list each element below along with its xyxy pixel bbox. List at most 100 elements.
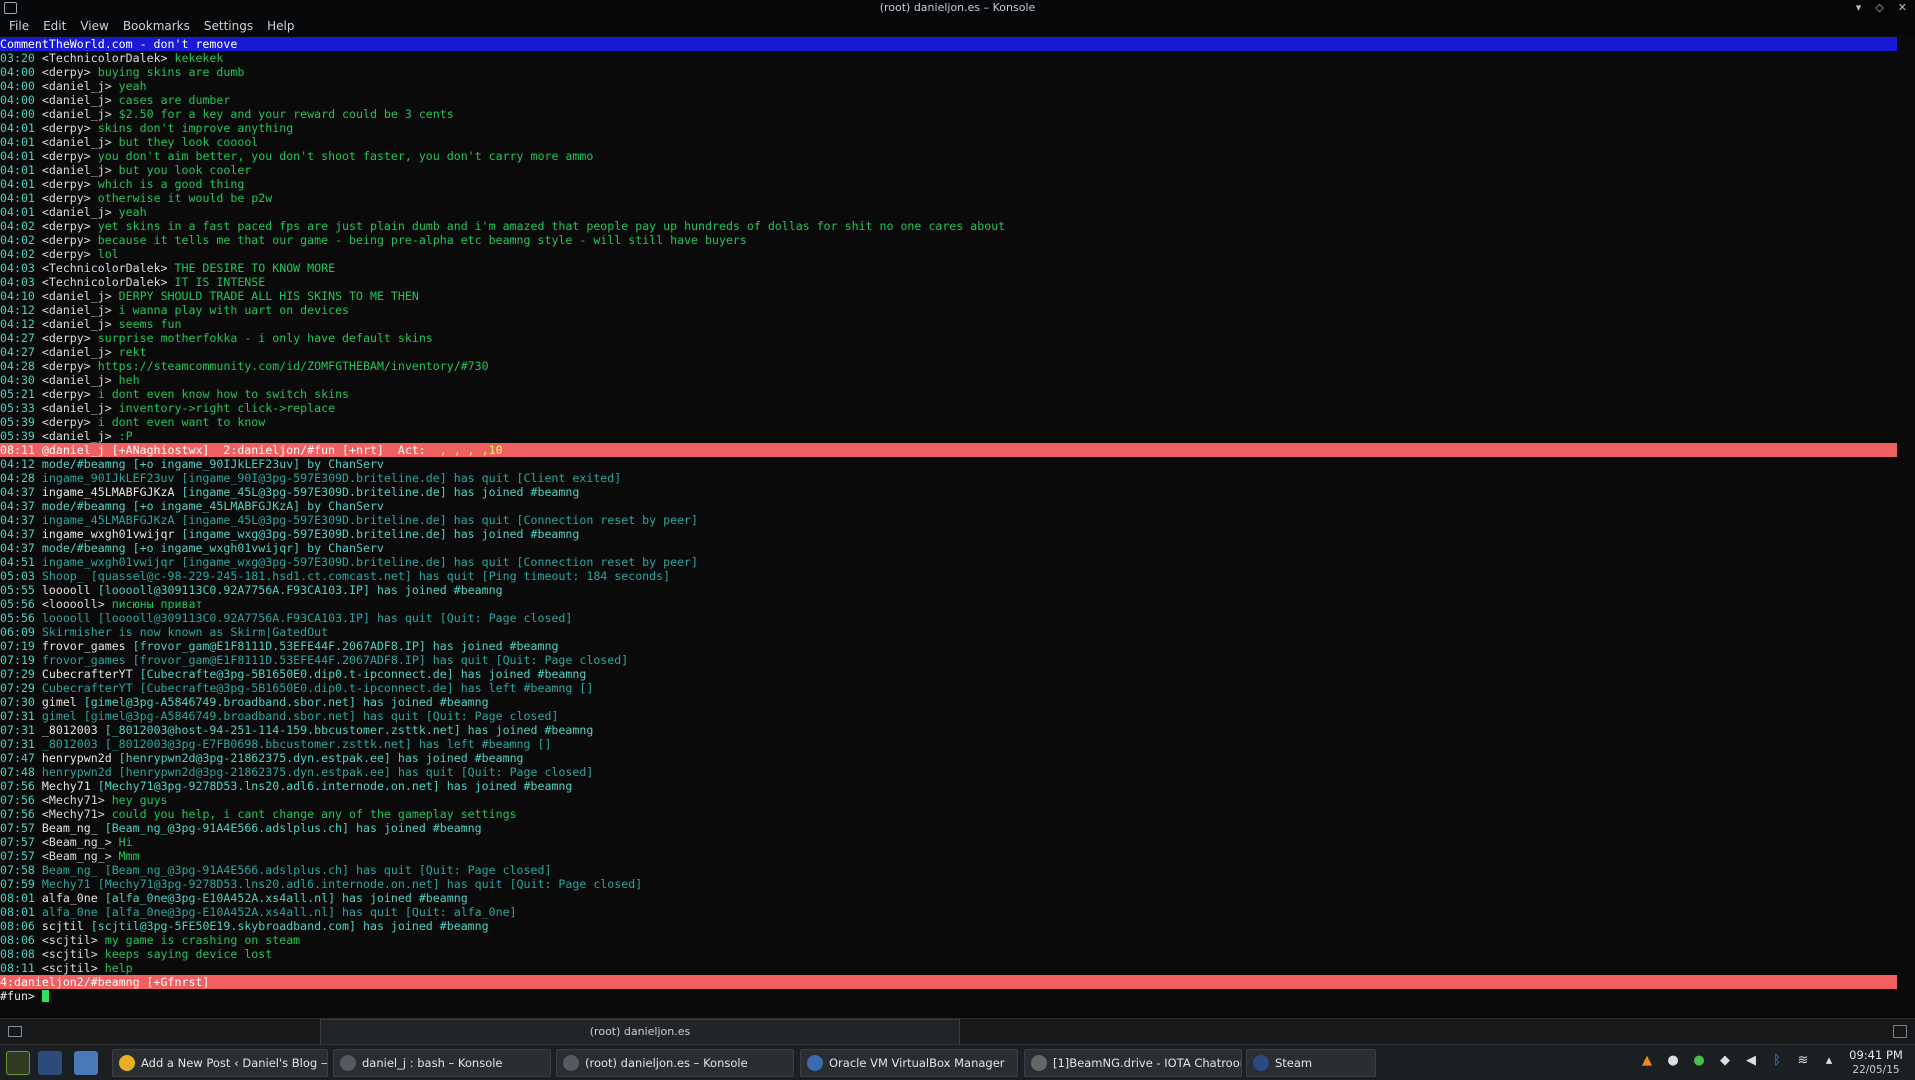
nickname[interactable]: Mechy71: [42, 779, 91, 793]
nickname[interactable]: ingame_wxgh01vwijqr: [42, 555, 175, 569]
nickname[interactable]: <derpy>: [42, 65, 91, 79]
timestamp: 04:12: [0, 457, 35, 471]
taskbar-task[interactable]: Oracle VM VirtualBox Manager: [800, 1049, 1018, 1077]
steam-tray-icon[interactable]: ●: [1665, 1053, 1681, 1069]
nickname[interactable]: frovor_games: [42, 639, 126, 653]
menu-help[interactable]: Help: [267, 16, 302, 36]
nickname[interactable]: <daniel_j>: [42, 163, 112, 177]
close-icon[interactable]: ✕: [1898, 0, 1907, 16]
nickname[interactable]: <derpy>: [42, 121, 91, 135]
nickname[interactable]: mode/#beamng: [42, 499, 126, 513]
taskbar-task[interactable]: [1]BeamNG.drive - IOTA Chatroom ...: [1024, 1049, 1242, 1077]
nickname[interactable]: <scjtil>: [42, 961, 98, 975]
nickname[interactable]: alfa_0ne: [42, 905, 98, 919]
menu-edit[interactable]: Edit: [43, 16, 74, 36]
volume-icon[interactable]: ◀: [1743, 1053, 1759, 1069]
nickname[interactable]: <daniel_j>: [42, 93, 112, 107]
nickname[interactable]: Skirmisher: [42, 625, 112, 639]
nickname[interactable]: <TechnicolorDalek>: [42, 275, 168, 289]
nickname[interactable]: <daniel_j>: [42, 205, 112, 219]
event-line: 07:30 gimel [gimel@3pg-A5846749.broadban…: [0, 695, 1900, 709]
shield-icon[interactable]: ◆: [1717, 1053, 1733, 1069]
chat-tray-icon[interactable]: ●: [1691, 1053, 1707, 1069]
nickname[interactable]: henrypwn2d: [42, 765, 112, 779]
app-launcher-icon[interactable]: [6, 1051, 30, 1075]
maximize-icon[interactable]: ◇: [1875, 0, 1883, 16]
nickname[interactable]: ingame_90IJkLEF23uv: [42, 471, 175, 485]
close-tab-icon[interactable]: [1893, 1025, 1907, 1038]
nickname[interactable]: mode/#beamng: [42, 457, 126, 471]
menu-view[interactable]: View: [80, 16, 116, 36]
nickname[interactable]: <daniel_j>: [42, 303, 112, 317]
nickname[interactable]: CubecrafterYT: [42, 681, 133, 695]
nickname[interactable]: <derpy>: [42, 331, 91, 345]
bluetooth-icon[interactable]: ᛒ: [1769, 1053, 1785, 1069]
nickname[interactable]: frovor_games: [42, 653, 126, 667]
nickname[interactable]: <derpy>: [42, 387, 91, 401]
nickname[interactable]: <Mechy71>: [42, 793, 105, 807]
taskbar-task[interactable]: (root) danieljon.es – Konsole: [556, 1049, 794, 1077]
nickname[interactable]: Beam_ng_: [42, 821, 98, 835]
taskbar-task[interactable]: daniel_j : bash – Konsole: [333, 1049, 551, 1077]
nickname[interactable]: ingame_45LMABFGJKzA: [42, 485, 175, 499]
nickname[interactable]: alfa_0ne: [42, 891, 98, 905]
nickname[interactable]: <daniel_j>: [42, 79, 112, 93]
nickname[interactable]: <scjtil>: [42, 947, 98, 961]
nickname[interactable]: henrypwn2d: [42, 751, 112, 765]
text-cursor[interactable]: [41, 990, 49, 1002]
nickname[interactable]: <derpy>: [42, 149, 91, 163]
nickname[interactable]: <daniel_j>: [42, 429, 112, 443]
nickname[interactable]: <derpy>: [42, 247, 91, 261]
menu-file[interactable]: File: [9, 16, 37, 36]
nickname[interactable]: scjtil: [42, 919, 84, 933]
nickname[interactable]: <daniel_j>: [42, 401, 112, 415]
nickname[interactable]: <derpy>: [42, 191, 91, 205]
nickname[interactable]: <derpy>: [42, 359, 91, 373]
konsole-tab[interactable]: (root) danieljon.es: [320, 1019, 960, 1045]
nickname[interactable]: <Beam_ng_>: [42, 849, 112, 863]
nickname[interactable]: <derpy>: [42, 415, 91, 429]
tray-expand-icon[interactable]: ▴: [1821, 1053, 1837, 1069]
nickname[interactable]: <TechnicolorDalek>: [42, 261, 168, 275]
nickname[interactable]: ingame_wxgh01vwijqr: [42, 527, 175, 541]
terminal-area[interactable]: CommentTheWorld.com - don't remove 03:20 …: [0, 36, 1915, 1044]
file-manager-icon[interactable]: [74, 1051, 98, 1075]
nickname[interactable]: <TechnicolorDalek>: [42, 51, 168, 65]
new-tab-icon[interactable]: [8, 1026, 22, 1037]
nickname[interactable]: <Beam_ng_>: [42, 835, 112, 849]
nickname[interactable]: Mechy71: [42, 877, 91, 891]
taskbar-task[interactable]: Steam: [1246, 1049, 1376, 1077]
nickname[interactable]: <derpy>: [42, 219, 91, 233]
nickname[interactable]: <daniel_j>: [42, 107, 112, 121]
nickname[interactable]: ingame_45LMABFGJKzA: [42, 513, 175, 527]
nickname[interactable]: Beam_ng_: [42, 863, 98, 877]
nickname[interactable]: looooll: [42, 583, 91, 597]
nickname[interactable]: <derpy>: [42, 233, 91, 247]
nickname[interactable]: mode/#beamng: [42, 541, 126, 555]
menu-bookmarks[interactable]: Bookmarks: [123, 16, 198, 36]
nickname[interactable]: <daniel_j>: [42, 135, 112, 149]
nickname[interactable]: looooll: [42, 611, 91, 625]
desktop-icon[interactable]: [38, 1051, 62, 1075]
clock[interactable]: 09:41 PM 22/05/15: [1845, 1048, 1907, 1078]
nickname[interactable]: _8012003: [42, 737, 98, 751]
nickname[interactable]: CubecrafterYT: [42, 667, 133, 681]
taskbar-task[interactable]: Add a New Post ‹ Daniel's Blog — W...: [112, 1049, 328, 1077]
nickname[interactable]: <daniel_j>: [42, 289, 112, 303]
nickname[interactable]: <daniel_j>: [42, 345, 112, 359]
nickname[interactable]: <daniel_j>: [42, 373, 112, 387]
minimize-icon[interactable]: ▾: [1856, 0, 1862, 16]
nickname[interactable]: <looooll>: [42, 597, 105, 611]
nickname[interactable]: _8012003: [42, 723, 98, 737]
window-titlebar[interactable]: (root) danieljon.es – Konsole ▾ ◇ ✕: [0, 0, 1915, 16]
nickname[interactable]: <derpy>: [42, 177, 91, 191]
wifi-icon[interactable]: ≋: [1795, 1053, 1811, 1069]
nickname[interactable]: Shoop_: [42, 569, 84, 583]
nickname[interactable]: <scjtil>: [42, 933, 98, 947]
nickname[interactable]: gimel: [42, 695, 77, 709]
vlc-icon[interactable]: ▲: [1639, 1053, 1655, 1069]
nickname[interactable]: <Mechy71>: [42, 807, 105, 821]
nickname[interactable]: <daniel_j>: [42, 317, 112, 331]
menu-settings[interactable]: Settings: [204, 16, 261, 36]
nickname[interactable]: gimel: [42, 709, 77, 723]
